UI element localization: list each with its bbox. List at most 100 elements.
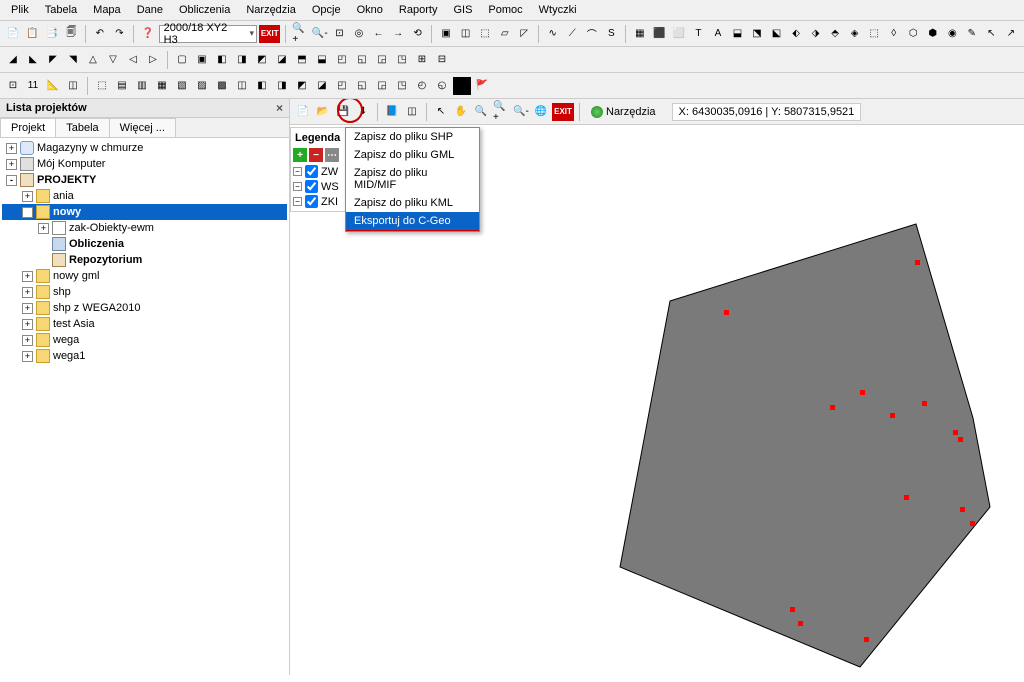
tool-icon[interactable]: ◧ <box>253 77 271 95</box>
expand-icon[interactable]: + <box>22 351 33 362</box>
shape-icon[interactable]: ⬕ <box>768 25 786 43</box>
expand-icon[interactable]: + <box>6 159 17 170</box>
crs-combo[interactable]: 2000/18 XY2 H3 <box>159 25 257 43</box>
shape-icon[interactable]: ◈ <box>846 25 864 43</box>
tool-icon[interactable]: ⊡ <box>4 77 22 95</box>
arrow-icon[interactable]: ↗ <box>1002 25 1020 43</box>
collapse-icon[interactable]: - <box>22 207 33 218</box>
tree-item[interactable]: Repozytorium <box>2 252 287 268</box>
menu-opcje[interactable]: Opcje <box>305 2 348 18</box>
open-map-icon[interactable]: 📂 <box>314 103 332 121</box>
tool-icon[interactable]: ◧ <box>213 51 231 69</box>
new-icon[interactable]: 📄 <box>4 25 22 43</box>
tool-icon[interactable]: ◩ <box>253 51 271 69</box>
shape-icon[interactable]: ⬚ <box>865 25 883 43</box>
tree-item[interactable]: +wega <box>2 332 287 348</box>
tool-icon[interactable]: ⬓ <box>313 51 331 69</box>
tool-icon[interactable]: ◨ <box>273 77 291 95</box>
docs-icon[interactable]: 🗐 <box>63 25 81 43</box>
shape-icon[interactable]: ⬗ <box>807 25 825 43</box>
tree-item[interactable]: +zak-Obiekty-ewm <box>2 220 287 236</box>
tool-icon[interactable]: ▽ <box>104 51 122 69</box>
tool-icon[interactable]: ⊞ <box>413 51 431 69</box>
shape-icon[interactable]: ⬘ <box>826 25 844 43</box>
menu-tabela[interactable]: Tabela <box>38 2 84 18</box>
tool-icon[interactable]: ◫ <box>233 77 251 95</box>
tool-icon[interactable]: ◴ <box>413 77 431 95</box>
tree-item[interactable]: +Mój Komputer <box>2 156 287 172</box>
tree-item[interactable]: +shp z WEGA2010 <box>2 300 287 316</box>
tool-icon[interactable]: ◥ <box>64 51 82 69</box>
edit-icon[interactable]: ✎ <box>963 25 981 43</box>
expand-icon[interactable]: + <box>22 271 33 282</box>
line-icon[interactable]: ⟋ <box>563 25 581 43</box>
menu-plik[interactable]: Plik <box>4 2 36 18</box>
arc-icon[interactable]: ⌒ <box>583 25 601 43</box>
pointer-icon[interactable]: ↖ <box>983 25 1001 43</box>
fit-icon[interactable]: ⊡ <box>331 25 349 43</box>
exit-button[interactable]: EXIT <box>552 103 574 121</box>
tool-icon[interactable]: ◁ <box>124 51 142 69</box>
shape-icon[interactable]: ⬔ <box>748 25 766 43</box>
tool-icon[interactable]: ▥ <box>133 77 151 95</box>
expand-icon[interactable]: + <box>22 319 33 330</box>
tree-item[interactable]: -nowy <box>2 204 287 220</box>
tool-icon[interactable]: ▧ <box>173 77 191 95</box>
tab-projekt[interactable]: Projekt <box>0 118 56 137</box>
expand-icon[interactable]: + <box>22 287 33 298</box>
tab-tabela[interactable]: Tabela <box>55 118 109 137</box>
tool-icon[interactable]: ◣ <box>24 51 42 69</box>
expand-icon[interactable]: + <box>22 335 33 346</box>
tool-icon[interactable]: ▨ <box>193 77 211 95</box>
flag-icon[interactable]: 🚩 <box>473 77 491 95</box>
tool-icon[interactable]: ◫ <box>457 25 475 43</box>
tree-item[interactable]: +wega1 <box>2 348 287 364</box>
shape-icon[interactable]: ⬢ <box>924 25 942 43</box>
pointer-icon[interactable]: ↖ <box>432 103 450 121</box>
tool-icon[interactable]: ◢ <box>4 51 22 69</box>
redo-icon[interactable]: ↷ <box>111 25 129 43</box>
menu-dane[interactable]: Dane <box>130 2 170 18</box>
window-icon[interactable]: ◫ <box>403 103 421 121</box>
project-tree[interactable]: +Magazyny w chmurze+Mój Komputer-PROJEKT… <box>0 138 289 675</box>
text-icon[interactable]: T <box>690 25 708 43</box>
menu-narzedzia[interactable]: Narzędzia <box>239 2 303 18</box>
tool-icon[interactable]: ⬚ <box>93 77 111 95</box>
fill-icon[interactable]: ⬛ <box>651 25 669 43</box>
menu-pomoc[interactable]: Pomoc <box>481 2 529 18</box>
tool-icon[interactable]: ▱ <box>496 25 514 43</box>
tool-icon[interactable]: ◳ <box>393 77 411 95</box>
tree-item[interactable]: -PROJEKTY <box>2 172 287 188</box>
zoomin-icon[interactable]: 🔍+ <box>492 103 510 121</box>
tree-item[interactable]: +ania <box>2 188 287 204</box>
tool-icon[interactable]: ◰ <box>333 51 351 69</box>
tool-icon[interactable]: ◱ <box>353 77 371 95</box>
tool-icon[interactable]: ◰ <box>333 77 351 95</box>
tree-item[interactable]: +shp <box>2 284 287 300</box>
zoomout-icon[interactable]: 🔍- <box>512 103 530 121</box>
collapse-icon[interactable]: - <box>6 175 17 186</box>
menu-raporty[interactable]: Raporty <box>392 2 445 18</box>
tool-icon[interactable]: ◪ <box>273 51 291 69</box>
book-icon[interactable]: 📘 <box>383 103 401 121</box>
point-icon[interactable]: ◉ <box>944 25 962 43</box>
tool-icon[interactable]: ◩ <box>293 77 311 95</box>
import-icon[interactable]: ⬇ <box>354 103 372 121</box>
shape-icon[interactable]: ◊ <box>885 25 903 43</box>
tree-item[interactable]: Obliczenia <box>2 236 287 252</box>
curve-icon[interactable]: ∿ <box>544 25 562 43</box>
tool-icon[interactable]: △ <box>84 51 102 69</box>
angle-icon[interactable]: 📐 <box>44 77 62 95</box>
menu-wtyczki[interactable]: Wtyczki <box>532 2 584 18</box>
tree-item[interactable]: +Magazyny w chmurze <box>2 140 287 156</box>
color-swatch[interactable] <box>453 77 471 95</box>
tool-icon[interactable]: ▣ <box>437 25 455 43</box>
tool-icon[interactable]: ▦ <box>153 77 171 95</box>
shape-icon[interactable]: ⬡ <box>904 25 922 43</box>
tree-item[interactable]: +nowy gml <box>2 268 287 284</box>
expand-icon[interactable]: + <box>22 191 33 202</box>
tool-icon[interactable]: ◲ <box>373 51 391 69</box>
prev-icon[interactable]: ← <box>370 25 388 43</box>
expand-icon[interactable]: + <box>22 303 33 314</box>
nofill-icon[interactable]: ⬜ <box>670 25 688 43</box>
